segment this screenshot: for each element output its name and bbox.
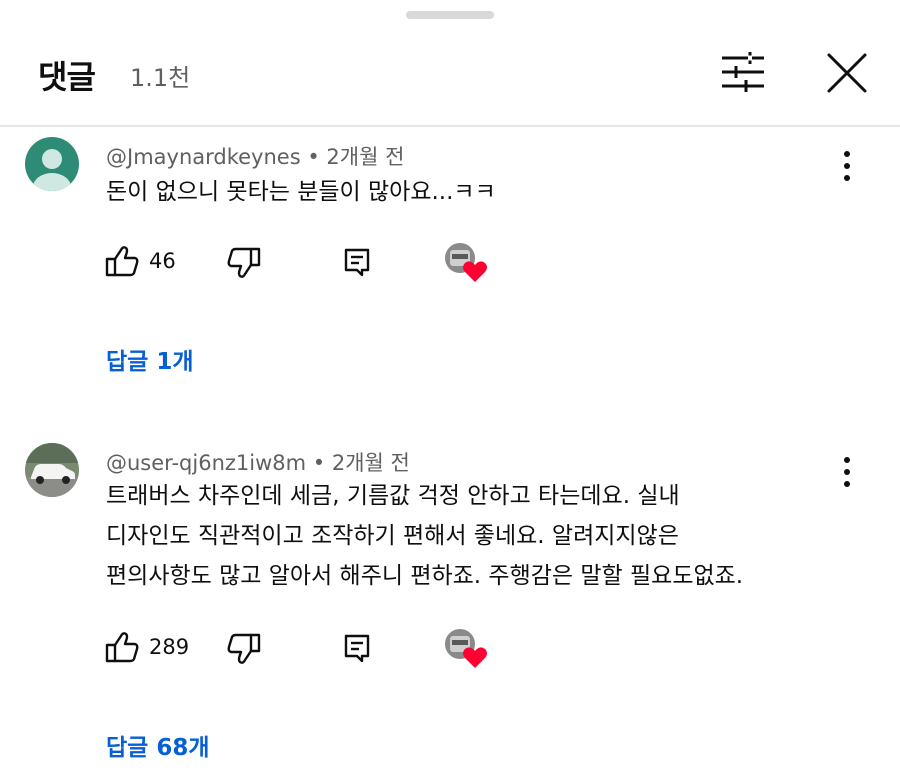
like-button[interactable] bbox=[104, 242, 140, 282]
more-options-button[interactable] bbox=[834, 148, 860, 184]
thumbs-up-icon bbox=[105, 632, 139, 663]
dislike-button[interactable] bbox=[226, 628, 262, 668]
more-vert-icon bbox=[844, 151, 850, 181]
comment-text: 트래버스 차주인데 세금, 기름값 걱정 안하고 타는데요. 실내 디자인도 직… bbox=[106, 476, 743, 596]
sort-filter-button[interactable] bbox=[718, 50, 768, 94]
creator-heart-icon bbox=[445, 629, 487, 668]
meta-separator: • bbox=[307, 145, 320, 169]
comment-time: 2개월 전 bbox=[326, 145, 405, 169]
meta-separator: • bbox=[312, 451, 326, 475]
comment-author[interactable]: @user-qj6nz1iw8m bbox=[106, 451, 306, 475]
car-photo-avatar-icon bbox=[25, 443, 79, 497]
avatar[interactable] bbox=[25, 137, 79, 191]
view-replies-button[interactable]: 답글 68개 bbox=[106, 728, 210, 762]
comment-time: 2개월 전 bbox=[331, 451, 410, 475]
thumbs-up-icon bbox=[105, 246, 139, 277]
comment-actions: 46 bbox=[100, 242, 520, 282]
comments-sheet-header: 댓글 1.1천 bbox=[0, 0, 900, 126]
reply-button[interactable] bbox=[340, 628, 376, 668]
reply-button[interactable] bbox=[340, 242, 376, 282]
comment-line: 트래버스 차주인데 세금, 기름값 걱정 안하고 타는데요. 실내 bbox=[106, 483, 680, 509]
comment-meta: @user-qj6nz1iw8m • 2개월 전 bbox=[106, 447, 410, 477]
thumbs-down-icon bbox=[227, 247, 261, 278]
comment-text: 돈이 없으니 못타는 분들이 많아요...ㅋㅋ bbox=[106, 172, 496, 212]
close-icon bbox=[827, 53, 867, 93]
comment-meta: @Jmaynardkeynes • 2개월 전 bbox=[106, 141, 404, 171]
close-button[interactable] bbox=[822, 48, 872, 98]
sheet-title: 댓글 bbox=[38, 58, 96, 96]
dislike-button[interactable] bbox=[226, 242, 262, 282]
thumbs-down-icon bbox=[227, 633, 261, 664]
comment-count: 1.1천 bbox=[130, 64, 191, 92]
reply-comment-icon bbox=[344, 634, 370, 663]
more-vert-icon bbox=[844, 457, 850, 487]
avatar[interactable] bbox=[25, 443, 79, 497]
view-replies-button[interactable]: 답글 1개 bbox=[106, 342, 194, 376]
default-avatar-icon bbox=[25, 137, 79, 191]
comment-actions: 289 bbox=[100, 628, 520, 668]
drag-handle[interactable] bbox=[406, 11, 494, 19]
creator-heart-icon bbox=[445, 243, 487, 282]
comment-line: 돈이 없으니 못타는 분들이 많아요...ㅋㅋ bbox=[106, 179, 496, 205]
more-options-button[interactable] bbox=[834, 454, 860, 490]
like-count: 289 bbox=[149, 635, 190, 659]
reply-comment-icon bbox=[344, 248, 370, 277]
creator-heart-badge bbox=[444, 242, 490, 284]
creator-heart-badge bbox=[444, 628, 490, 670]
comment-line: 편의사항도 많고 알아서 해주니 편하죠. 주행감은 말할 필요도없죠. bbox=[106, 563, 744, 589]
like-count: 46 bbox=[149, 249, 176, 273]
header-divider bbox=[0, 125, 900, 127]
comment-line: 디자인도 직관적이고 조작하기 편해서 좋네요. 알려지지않은 bbox=[106, 523, 679, 549]
like-button[interactable] bbox=[104, 628, 140, 668]
comment-author[interactable]: @Jmaynardkeynes bbox=[106, 145, 301, 169]
sliders-icon bbox=[722, 52, 764, 92]
